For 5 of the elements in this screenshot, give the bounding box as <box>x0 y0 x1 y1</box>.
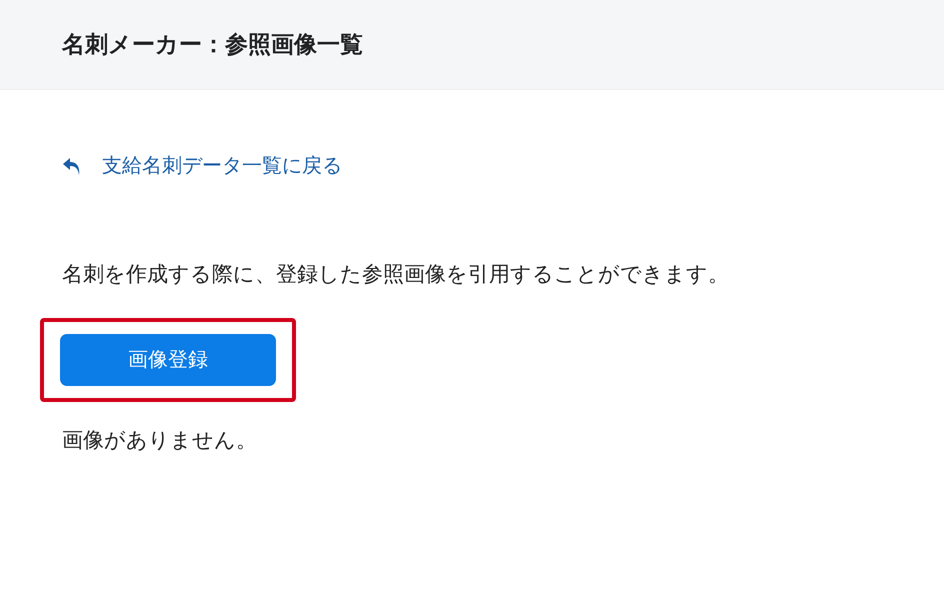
register-image-button[interactable]: 画像登録 <box>60 334 276 386</box>
page-title: 名刺メーカー：参照画像一覧 <box>62 31 363 60</box>
description-text: 名刺を作成する際に、登録した参照画像を引用することができます。 <box>62 260 730 288</box>
empty-message: 画像がありません。 <box>62 426 258 454</box>
back-link[interactable]: 支給名刺データ一覧に戻る <box>60 152 342 179</box>
